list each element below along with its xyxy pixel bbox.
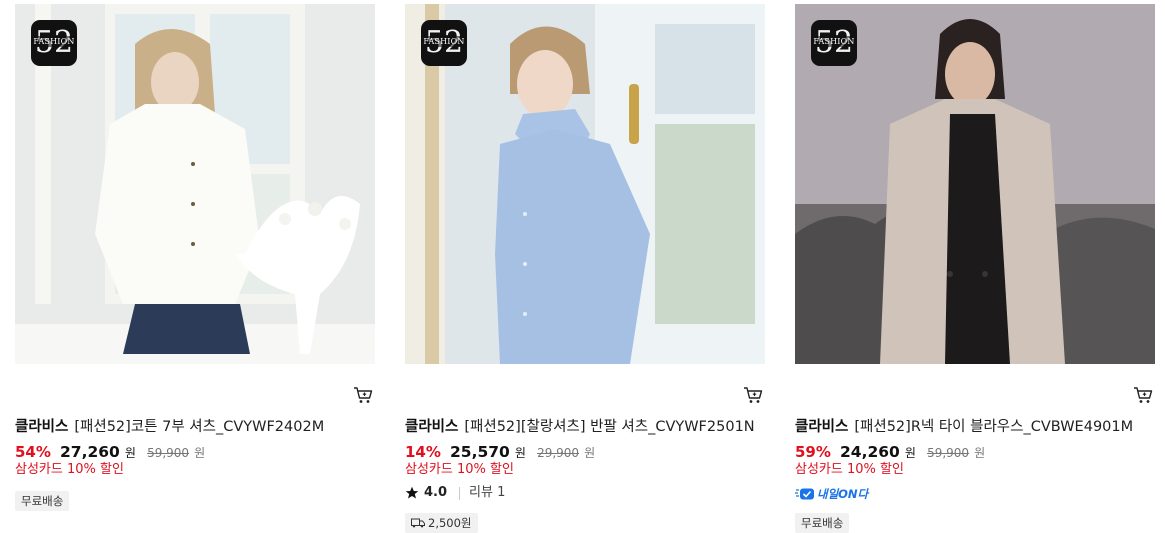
fashion52-logo: 52 FASHION: [421, 20, 467, 66]
review-count: 리뷰 1: [469, 485, 506, 500]
product-title[interactable]: 클라비스 [패션52]코튼 7부 셔츠_CVYWF2402M: [15, 416, 375, 438]
product-image[interactable]: 52 FASHION: [15, 4, 375, 364]
product-name: [패션52][찰랑셔츠] 반팔 셔츠_CVYWF2501N: [464, 419, 755, 435]
shipping-fee: 2,500원: [428, 516, 472, 530]
price-unit: 원: [904, 446, 916, 460]
discount-rate: 14%: [405, 443, 441, 461]
original-price: 29,900: [537, 446, 580, 460]
nextday-delivery-badge: 내일ON다: [795, 485, 868, 503]
card-discount-promo: 삼성카드 10% 할인: [15, 462, 124, 477]
discount-rate: 54%: [15, 443, 51, 461]
logo-word: FASHION: [31, 36, 77, 47]
logo-word: FASHION: [421, 36, 467, 47]
original-price: 59,900: [927, 446, 970, 460]
brand-name: 클라비스: [405, 419, 459, 435]
card-discount-promo: 삼성카드 10% 할인: [405, 462, 514, 477]
truck-icon: [411, 518, 425, 528]
cart-icon: [1134, 387, 1153, 403]
original-price-unit: 원: [974, 446, 986, 460]
product-title[interactable]: 클라비스 [패션52][찰랑셔츠] 반팔 셔츠_CVYWF2501N: [405, 416, 765, 438]
fashion52-logo: 52 FASHION: [811, 20, 857, 66]
fashion52-logo: 52 FASHION: [31, 20, 77, 66]
product-name: [패션52]R넥 타이 블라우스_CVBWE4901M: [854, 419, 1134, 435]
sale-price: 24,260: [840, 443, 900, 461]
free-shipping-tag: 무료배송: [795, 513, 850, 533]
original-price: 59,900: [147, 446, 190, 460]
divider: [459, 486, 461, 500]
nextday-delivery-icon: [795, 488, 814, 500]
product-card[interactable]: 52 FASHION 클라비스 [패션52]R넥 타이 블라우스_CVBWE490…: [795, 4, 1155, 533]
card-discount-promo: 삼성카드 10% 할인: [795, 462, 904, 477]
price-unit: 원: [514, 446, 526, 460]
original-price-unit: 원: [584, 446, 596, 460]
sale-price: 25,570: [450, 443, 510, 461]
product-name: [패션52]코튼 7부 셔츠_CVYWF2402M: [74, 419, 325, 435]
original-price-unit: 원: [194, 446, 206, 460]
free-shipping-tag: 무료배송: [15, 491, 70, 511]
product-card[interactable]: 52 FASHION 클라비스 [패션52]코튼 7부 셔츠_CVYWF2402M…: [15, 4, 375, 511]
product-image[interactable]: 52 FASHION: [405, 4, 765, 364]
product-image[interactable]: 52 FASHION: [795, 4, 1155, 364]
sale-price: 27,260: [60, 443, 120, 461]
rating-row[interactable]: 4.0 리뷰 1: [405, 483, 505, 503]
add-to-cart-button[interactable]: [353, 386, 373, 404]
cart-icon: [744, 387, 763, 403]
price-unit: 원: [124, 446, 136, 460]
add-to-cart-button[interactable]: [1133, 386, 1153, 404]
brand-name: 클라비스: [795, 419, 849, 435]
discount-rate: 59%: [795, 443, 831, 461]
product-title[interactable]: 클라비스 [패션52]R넥 타이 블라우스_CVBWE4901M: [795, 416, 1155, 438]
rating-value: 4.0: [424, 485, 448, 500]
nextday-delivery-label: 내일ON다: [817, 487, 869, 501]
logo-word: FASHION: [811, 36, 857, 47]
shipping-fee-tag: 2,500원: [405, 513, 478, 533]
star-icon: [405, 486, 419, 499]
product-card[interactable]: 52 FASHION 클라비스 [패션52][찰랑셔츠] 반팔 셔츠_CVYWF2…: [405, 4, 765, 533]
cart-icon: [354, 387, 373, 403]
brand-name: 클라비스: [15, 419, 69, 435]
add-to-cart-button[interactable]: [743, 386, 763, 404]
